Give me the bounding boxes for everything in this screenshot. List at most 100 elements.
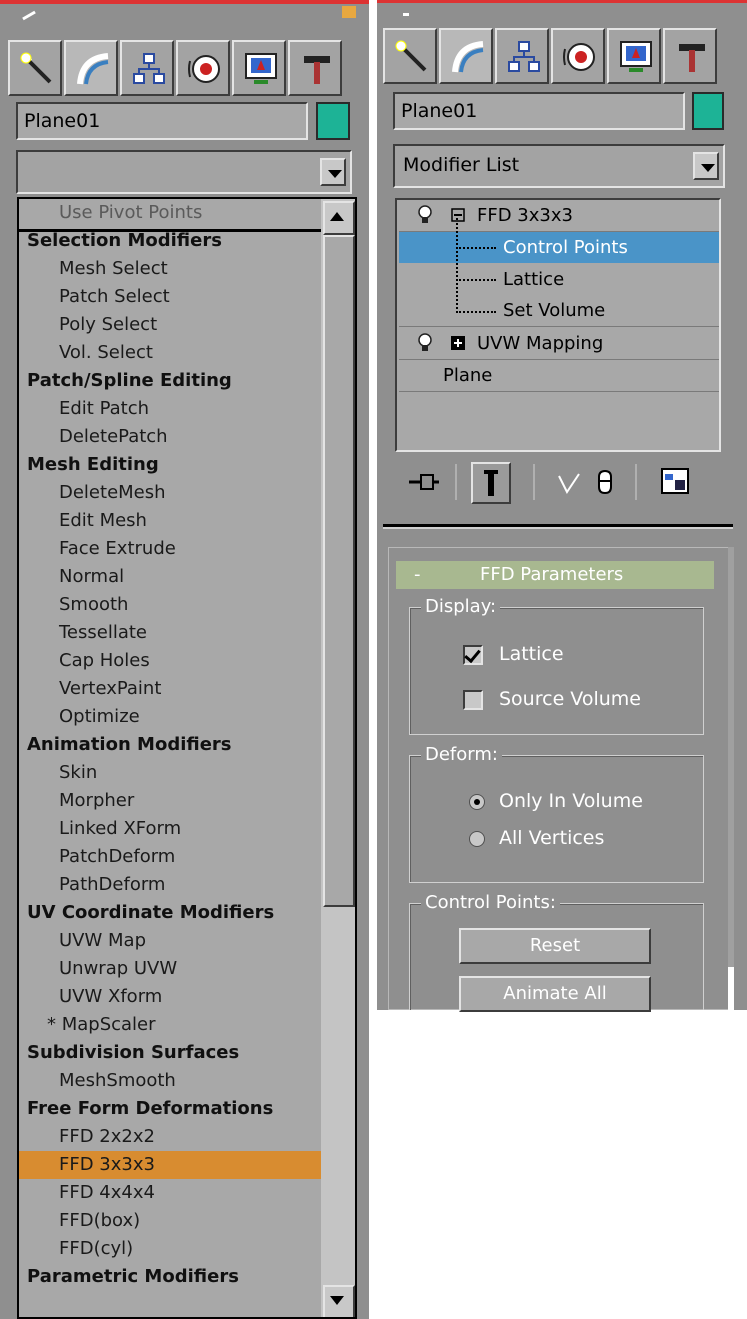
make-unique-icon[interactable] — [557, 472, 581, 496]
collapse-minus-icon[interactable] — [451, 208, 465, 222]
list-category-header: Parametric Modifiers — [27, 1266, 239, 1287]
list-item[interactable]: UVW Map — [19, 927, 355, 955]
rollout-header[interactable]: - FFD Parameters — [396, 561, 714, 589]
tab-display[interactable] — [232, 40, 286, 96]
list-category-header: Free Form Deformations — [27, 1098, 274, 1119]
modifier-stack[interactable]: FFD 3x3x3 Control Points Lattice Set Vol… — [395, 198, 721, 452]
list-item[interactable]: Edit Mesh — [19, 507, 355, 535]
list-item[interactable]: Optimize — [19, 703, 355, 731]
list-item[interactable]: MeshSmooth — [19, 1067, 355, 1095]
scroll-up-arrow-icon — [330, 212, 344, 221]
modifier-dropdown-list[interactable]: Use Pivot Points Selection Modifiers Mesh … — [17, 197, 357, 1319]
list-item[interactable]: Smooth — [19, 591, 355, 619]
lightbulb-icon[interactable] — [417, 333, 433, 353]
tab-utilities[interactable] — [663, 28, 717, 84]
stack-row-lattice[interactable]: Lattice — [399, 264, 719, 295]
right-top-strip — [377, 0, 747, 26]
tab-motion[interactable] — [176, 40, 230, 96]
only-in-volume-radio[interactable] — [469, 794, 485, 810]
display-monitor-icon — [620, 41, 652, 72]
motion-icon — [563, 43, 595, 71]
source-volume-checkbox[interactable] — [463, 690, 483, 710]
stack-row-control-points[interactable]: Control Points — [399, 232, 719, 263]
tab-create[interactable] — [383, 28, 437, 84]
scroll-thumb[interactable] — [323, 235, 355, 907]
show-end-result-button[interactable] — [471, 462, 511, 504]
lightbulb-icon[interactable] — [417, 205, 433, 225]
only-in-volume-label: Only In Volume — [499, 790, 643, 812]
rollout-title: FFD Parameters — [480, 564, 624, 585]
list-item[interactable]: PatchDeform — [19, 843, 355, 871]
remove-modifier-icon[interactable] — [595, 469, 615, 495]
rollout-scrollbar[interactable] — [728, 547, 734, 1010]
hierarchy-icon — [508, 41, 540, 72]
stack-row-set-volume[interactable]: Set Volume — [399, 295, 719, 327]
list-item[interactable]: FFD 3x3x3 — [19, 1151, 355, 1179]
list-item[interactable]: Poly Select — [19, 311, 355, 339]
list-item[interactable]: * MapScaler — [19, 1011, 349, 1039]
animate-all-button[interactable]: Animate All — [459, 976, 651, 1012]
combo-dropdown-arrow[interactable] — [693, 152, 719, 180]
list-item[interactable]: Patch Select — [19, 283, 355, 311]
list-item[interactable]: Use Pivot Points — [19, 199, 355, 227]
modifier-list-combo[interactable]: Modifier List — [393, 144, 725, 188]
object-color-swatch[interactable] — [316, 102, 350, 140]
list-category-header: Mesh Editing — [27, 454, 159, 475]
modifier-list-combo[interactable] — [16, 150, 352, 194]
lattice-checkbox[interactable] — [463, 645, 483, 665]
window-restore-icon[interactable] — [342, 6, 356, 18]
stack-row-uvw[interactable]: UVW Mapping — [399, 328, 719, 360]
tab-modify[interactable] — [439, 28, 493, 84]
object-name-field[interactable]: Plane01 — [16, 102, 308, 140]
list-item[interactable]: Face Extrude — [19, 535, 355, 563]
utilities-hammer-icon — [679, 44, 705, 72]
object-name-field[interactable]: Plane01 — [393, 92, 685, 130]
list-item[interactable]: Skin — [19, 759, 355, 787]
expand-plus-icon[interactable] — [451, 336, 465, 350]
list-item[interactable]: VertexPaint — [19, 675, 355, 703]
list-item[interactable]: FFD(cyl) — [19, 1235, 355, 1263]
create-wand-icon — [395, 40, 427, 72]
configure-modifier-sets-icon[interactable] — [661, 468, 691, 496]
stack-row-ffd[interactable]: FFD 3x3x3 — [399, 200, 719, 232]
list-item[interactable]: Normal — [19, 563, 355, 591]
tab-display[interactable] — [607, 28, 661, 84]
tab-hierarchy[interactable] — [120, 40, 174, 96]
list-item[interactable]: Mesh Select — [19, 255, 355, 283]
rollout-collapse-toggle[interactable]: - — [414, 561, 421, 589]
scroll-down-button[interactable] — [323, 1285, 355, 1317]
list-item[interactable]: Vol. Select — [19, 339, 355, 367]
rollout-scroll-thumb[interactable] — [728, 967, 734, 1010]
list-item[interactable]: Morpher — [19, 787, 355, 815]
tab-create[interactable] — [8, 40, 62, 96]
utilities-hammer-icon — [304, 56, 330, 84]
list-item[interactable]: UVW Xform — [19, 983, 355, 1011]
list-item[interactable]: FFD 2x2x2 — [19, 1123, 355, 1151]
list-item[interactable]: FFD(box) — [19, 1207, 355, 1235]
list-item[interactable]: DeleteMesh — [19, 479, 355, 507]
list-item[interactable]: PathDeform — [19, 871, 355, 899]
stack-item-ffd: FFD 3x3x3 — [477, 205, 573, 226]
all-vertices-radio[interactable] — [469, 831, 485, 847]
tab-motion[interactable] — [551, 28, 605, 84]
object-color-swatch[interactable] — [692, 92, 724, 130]
stack-row-plane[interactable]: Plane — [399, 360, 719, 392]
pin-stack-icon[interactable] — [407, 472, 441, 492]
list-item[interactable]: Edit Patch — [19, 395, 355, 423]
tab-utilities[interactable] — [288, 40, 342, 96]
list-item[interactable]: Unwrap UVW — [19, 955, 355, 983]
tab-hierarchy[interactable] — [495, 28, 549, 84]
list-item[interactable]: FFD 4x4x4 — [19, 1179, 355, 1207]
combo-dropdown-arrow[interactable] — [320, 158, 346, 186]
deform-group — [409, 755, 704, 883]
scroll-up-button[interactable] — [323, 201, 355, 235]
reset-button[interactable]: Reset — [459, 928, 651, 964]
list-item[interactable]: DeletePatch — [19, 423, 355, 451]
list-item[interactable]: Tessellate — [19, 619, 355, 647]
list-item[interactable]: Cap Holes — [19, 647, 355, 675]
deform-group-label: Deform: — [421, 744, 502, 765]
list-item[interactable]: Linked XForm — [19, 815, 355, 843]
list-scrollbar[interactable] — [321, 199, 355, 1317]
tree-line — [456, 218, 458, 313]
tab-modify[interactable] — [64, 40, 118, 96]
